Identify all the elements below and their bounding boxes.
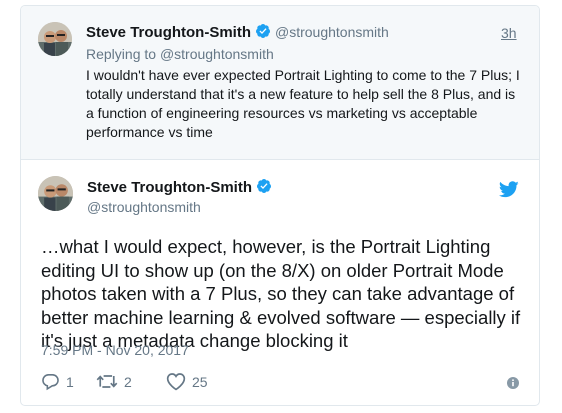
replying-to-prefix: Replying to <box>86 46 157 62</box>
main-author-handle[interactable]: @stroughtonsmith <box>87 199 201 215</box>
like-count: 25 <box>192 373 208 390</box>
main-author-name-row: Steve Troughton-Smith <box>87 178 276 197</box>
reply-count: 1 <box>66 373 74 390</box>
reply-author-name[interactable]: Steve Troughton-Smith <box>86 24 251 41</box>
main-tweet-text: …what I would expect, however, is the Po… <box>41 236 521 351</box>
info-icon[interactable] <box>507 377 519 389</box>
replying-to-line: Replying to @stroughtonsmith <box>86 46 274 62</box>
replying-to-handle-link[interactable]: @stroughtonsmith <box>160 46 274 62</box>
retweet-icon <box>96 375 118 388</box>
verified-badge-icon <box>255 24 270 38</box>
main-author-name[interactable]: Steve Troughton-Smith <box>87 179 252 196</box>
tweet-actions-bar: 1 2 25 <box>41 372 521 392</box>
reply-tweet-text: I wouldn't have ever expected Portrait L… <box>86 67 520 140</box>
retweet-button[interactable]: 2 <box>96 372 132 391</box>
reply-header: Steve Troughton-Smith @stroughtonsmith <box>86 23 389 42</box>
twitter-bird-icon[interactable] <box>499 181 519 198</box>
reply-timestamp-link[interactable]: 3h <box>501 25 517 41</box>
verified-badge-icon <box>256 179 271 193</box>
like-button[interactable]: 25 <box>166 372 208 391</box>
reply-author-avatar[interactable] <box>38 22 72 56</box>
main-tweet-timestamp[interactable]: 7:59 PM - Nov 20, 2017 <box>41 342 189 358</box>
tweet-card: Steve Troughton-Smith @stroughtonsmith 3h… <box>20 5 540 406</box>
main-author-avatar[interactable] <box>38 176 73 211</box>
reply-author-handle[interactable]: @stroughtonsmith <box>275 24 389 40</box>
reply-icon <box>42 373 59 391</box>
reply-context-tweet[interactable]: Steve Troughton-Smith @stroughtonsmith 3h… <box>21 6 539 160</box>
reply-button[interactable]: 1 <box>41 372 74 391</box>
retweet-count: 2 <box>124 373 132 390</box>
heart-icon <box>166 373 186 391</box>
